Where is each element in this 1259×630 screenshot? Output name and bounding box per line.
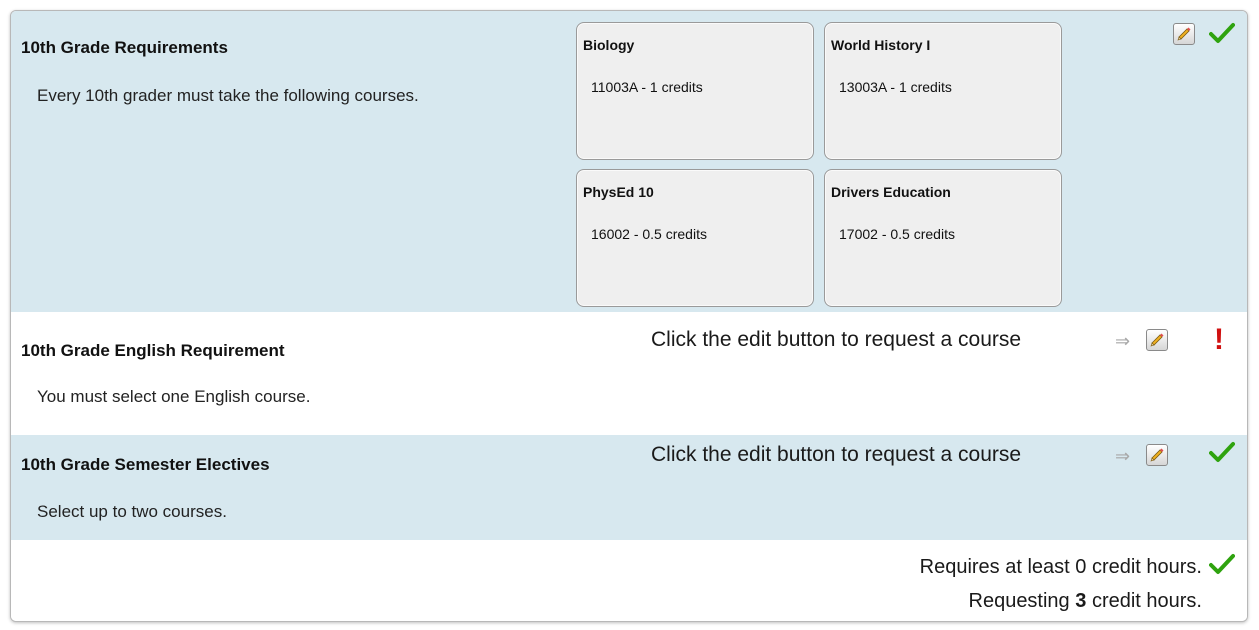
edit-button[interactable] <box>1146 444 1168 466</box>
section-description: Select up to two courses. <box>37 502 227 521</box>
pencil-icon <box>1150 333 1164 347</box>
pencil-icon <box>1150 448 1164 462</box>
requesting-suffix: credit hours. <box>1091 590 1202 612</box>
section-english-requirement: Click the edit button to request a cours… <box>11 312 1247 435</box>
course-name: World History I <box>831 37 931 53</box>
section-10th-grade-requirements: 10th Grade Requirements Every 10th grade… <box>11 11 1247 312</box>
edit-hint-text: Click the edit button to request a cours… <box>651 328 1022 351</box>
requesting-credit-value: 3 <box>1075 590 1087 612</box>
pencil-icon <box>1177 27 1191 41</box>
requesting-prefix: Requesting <box>968 590 1070 612</box>
edit-button[interactable] <box>1173 23 1195 45</box>
credit-summary: Requires at least 0 credit hours. Reques… <box>11 540 1247 621</box>
edit-hint-text: Click the edit button to request a cours… <box>651 443 1022 466</box>
course-code-credits: 11003A - 1 credits <box>591 79 703 95</box>
course-card-physed[interactable]: PhysEd 10 16002 - 0.5 credits <box>576 169 814 307</box>
course-card-biology[interactable]: Biology 11003A - 1 credits <box>576 22 814 160</box>
course-code-credits: 17002 - 0.5 credits <box>839 226 955 242</box>
course-code-credits: 13003A - 1 credits <box>839 79 952 95</box>
section-title: 10th Grade Requirements <box>21 38 228 57</box>
edit-button[interactable] <box>1146 329 1168 351</box>
credit-requirement-text: Requires at least 0 credit hours. <box>919 556 1202 578</box>
arrow-right-icon: ⇒ <box>1115 446 1131 466</box>
section-description: Every 10th grader must take the followin… <box>37 86 419 105</box>
section-semester-electives: Click the edit button to request a cours… <box>11 435 1247 540</box>
check-icon <box>1209 442 1235 462</box>
credit-requesting-text: Requesting 3 credit hours. <box>969 590 1203 613</box>
course-code-credits: 16002 - 0.5 credits <box>591 226 707 242</box>
course-card-drivers-education[interactable]: Drivers Education 17002 - 0.5 credits <box>824 169 1062 307</box>
course-card-world-history[interactable]: World History I 13003A - 1 credits <box>824 22 1062 160</box>
course-name: Drivers Education <box>831 184 951 200</box>
check-icon <box>1209 554 1235 574</box>
section-description: You must select one English course. <box>37 387 311 406</box>
arrow-right-icon: ⇒ <box>1115 331 1131 351</box>
section-title: 10th Grade Semester Electives <box>21 455 270 474</box>
section-title: 10th Grade English Requirement <box>21 341 285 360</box>
requirements-panel: 10th Grade Requirements Every 10th grade… <box>10 10 1248 622</box>
course-name: PhysEd 10 <box>583 184 654 200</box>
alert-icon: ! <box>1214 323 1224 356</box>
course-name: Biology <box>583 37 635 53</box>
check-icon <box>1209 23 1235 43</box>
